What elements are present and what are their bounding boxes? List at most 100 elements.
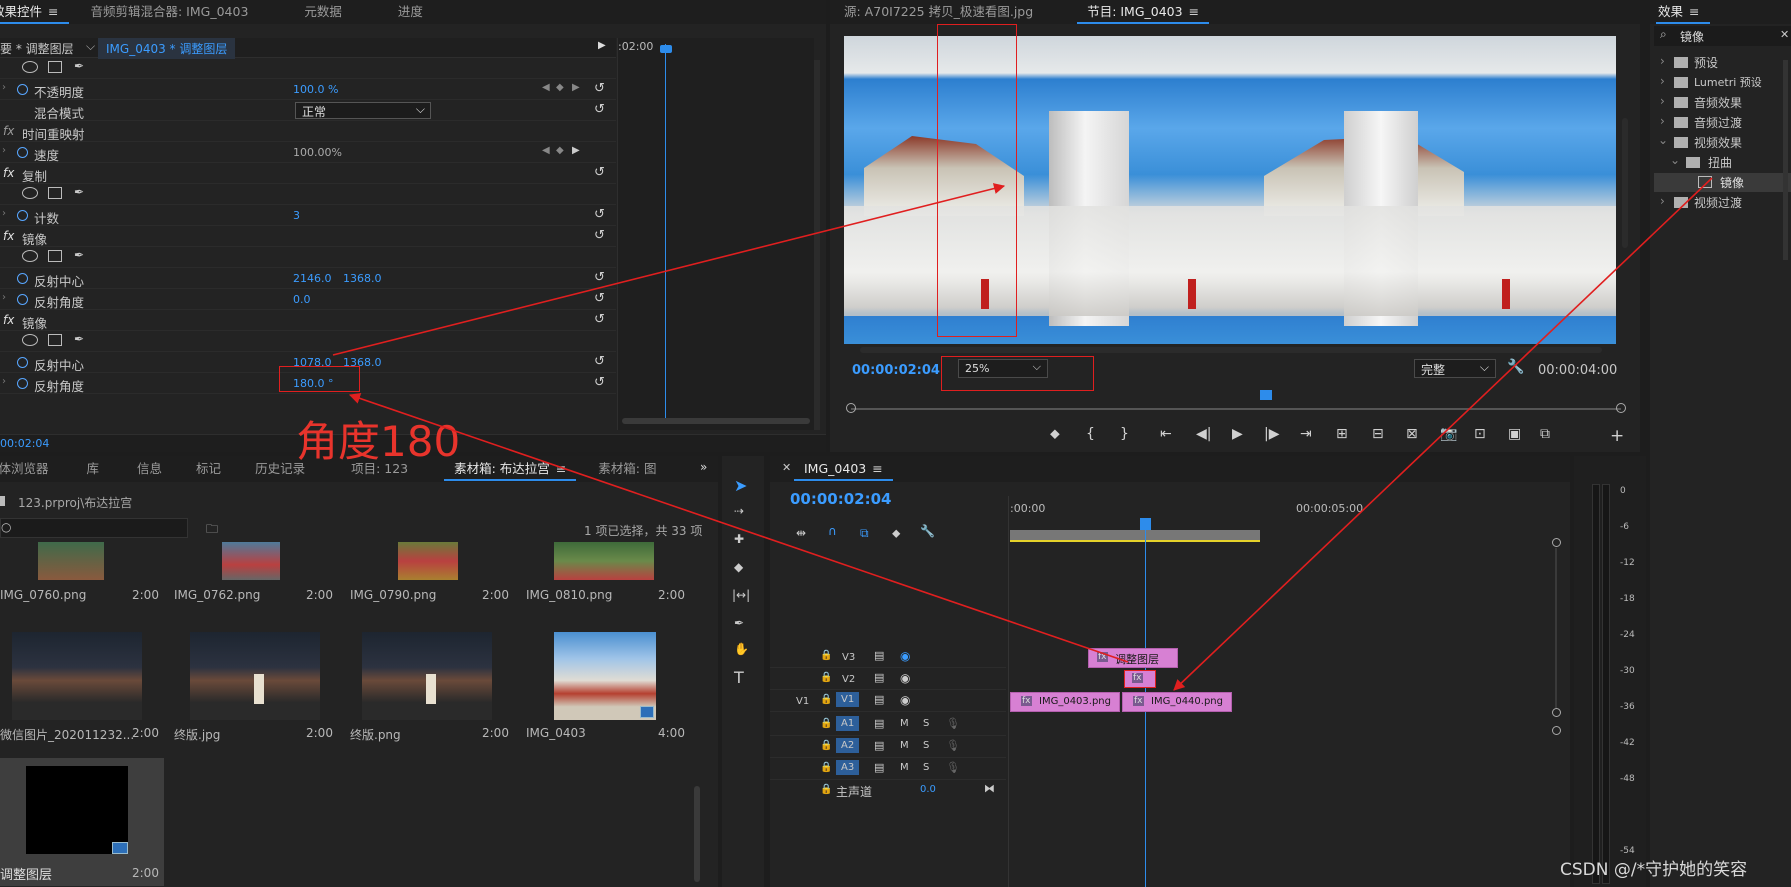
fx-icon[interactable]: fx [3,166,14,180]
overlay-icon[interactable]: ▣ [1508,426,1521,442]
selection-tool-icon[interactable]: ➤ [734,476,747,495]
keyframe-prev-icon[interactable]: ◀ [542,145,550,156]
menu-icon[interactable]: ≡ [48,0,58,24]
tab-metadata[interactable]: 元数据 [288,0,358,24]
program-timecode[interactable]: 00:00:02:04 [852,363,940,378]
sync-icon[interactable]: ▤ [874,717,884,730]
linked-select-icon[interactable]: ⧉ [860,526,869,541]
keyframe-add-icon[interactable]: ◆ [556,145,564,156]
add-marker-icon[interactable]: ⬥ [1050,426,1060,442]
effects-tree-item[interactable]: ⌄ 扭曲 [1654,153,1791,172]
rect-mask-icon[interactable] [48,61,62,73]
pen-mask-icon[interactable]: ✒ [74,59,84,73]
extract-icon[interactable]: ⊟ [1372,426,1384,442]
reflection-center-y[interactable]: 1368.0 [343,272,382,285]
bin-item[interactable]: 微信图片_202011232... 2:00 [0,626,168,756]
timeline-vscroll[interactable] [1555,548,1557,708]
solo-button[interactable]: S [923,718,929,729]
go-to-end-icon[interactable]: ⧓ [984,782,995,795]
add-marker-icon[interactable]: ⬥ [892,526,900,541]
comparison-icon[interactable]: ⧉ [1540,426,1550,442]
menu-icon[interactable]: ≡ [872,457,882,481]
count-value[interactable]: 3 [293,209,300,222]
tab-effect-controls[interactable]: 效果控件 ≡ [0,0,75,24]
tab-info[interactable]: 信息 [121,457,178,481]
project-search-input[interactable]: ○ [0,518,188,538]
reset-icon[interactable]: ↺ [594,270,605,285]
project-scrollbar[interactable] [694,786,700,882]
twirl-open-icon[interactable]: ⌄ [1670,153,1680,167]
tab-libraries[interactable]: 库 [71,457,116,481]
go-to-in-icon[interactable]: ⇤ [1160,426,1172,442]
tab-program[interactable]: 节目: IMG_0403 ≡ [1071,0,1215,24]
timebar-start-handle[interactable] [846,403,856,413]
stopwatch-icon[interactable] [17,210,28,221]
twirl-icon[interactable]: › [2,376,6,387]
tab-sequence[interactable]: IMG_0403 ≡ [788,457,899,481]
effects-tree-item[interactable]: › Lumetri 预设 [1654,73,1791,92]
effects-search-field[interactable]: ⌕ 镜像 ✕ [1654,26,1791,46]
monitor-vscroll[interactable] [1622,118,1628,248]
menu-icon[interactable]: ≡ [1189,0,1199,24]
trim-icon[interactable]: ⊠ [1406,426,1418,442]
reflection-angle-value[interactable]: 0.0 [293,293,311,306]
ellipse-mask-icon[interactable] [22,61,38,73]
mute-button[interactable]: M [900,762,909,773]
playhead-handle[interactable] [1140,518,1151,530]
keyframe-next-icon[interactable]: ▶ [572,145,580,156]
effects-scrollbar[interactable] [1783,60,1788,260]
vertical-scrollbar[interactable] [814,60,820,430]
stopwatch-icon[interactable] [17,84,28,95]
track-label[interactable]: A3 [836,760,860,775]
sync-icon[interactable]: ▤ [874,761,884,774]
reset-icon[interactable]: ↺ [594,291,605,306]
menu-icon[interactable]: ≡ [1689,0,1699,24]
lock-icon[interactable]: 🔒 [820,784,832,795]
eye-icon[interactable]: ◉ [900,693,910,707]
eye-icon[interactable]: ◉ [900,671,910,685]
monitor-timebar[interactable] [851,408,1621,410]
stopwatch-icon[interactable] [17,294,28,305]
tab-markers[interactable]: 标记 [180,457,237,481]
pen-tool-icon[interactable]: ✒ [734,616,744,630]
ellipse-mask-icon[interactable] [22,250,38,262]
go-to-out-icon[interactable]: ⇥ [1300,426,1312,442]
bin-item-selected[interactable]: 调整图层 2:00 [0,758,164,886]
hand-tool-icon[interactable]: ✋ [734,642,749,656]
mute-button[interactable]: M [900,740,909,751]
breadcrumb-source[interactable]: 要 * 调整图层 [0,40,74,57]
bin-item[interactable]: 终版.jpg 2:00 [174,626,342,756]
rect-mask-icon[interactable] [48,334,62,346]
film-icon[interactable]: ▤ [874,693,884,706]
twirl-icon[interactable]: › [1660,74,1665,88]
twirl-icon[interactable]: › [1660,114,1665,128]
twirl-icon[interactable]: › [1660,194,1665,208]
reset-icon[interactable]: ↺ [594,207,605,222]
clip-small-fx[interactable]: fx [1124,670,1156,688]
track-label[interactable]: V1 [836,692,860,707]
clip-img0403[interactable]: fx IMG_0403.png [1010,692,1120,712]
pen-mask-icon[interactable]: ✒ [74,332,84,346]
reset-icon[interactable]: ↺ [594,165,605,180]
track-select-tool-icon[interactable]: ⇢ [734,504,744,518]
tab-progress[interactable]: 进度 [382,0,439,24]
tab-source[interactable]: 源: A70I7225 拷贝_极速看图.jpg [830,0,1049,24]
mute-button[interactable]: M [900,718,909,729]
mark-out-icon[interactable]: } [1120,426,1129,442]
reset-icon[interactable]: ↺ [594,81,605,96]
mark-in-icon[interactable]: { [1086,426,1095,442]
effects-tree-item[interactable]: › 音频效果 [1654,93,1791,112]
pen-mask-icon[interactable]: ✒ [74,248,84,262]
source-patch-label[interactable]: V1 [796,696,809,707]
reflection-center-x[interactable]: 2146.0 [293,272,332,285]
reset-icon[interactable]: ↺ [594,312,605,327]
tab-media-browser[interactable]: 媒体浏览器 [0,457,65,481]
clear-search-icon[interactable]: ✕ [1780,28,1789,41]
chevron-down-icon[interactable]: ⌵ [86,39,95,54]
fx-icon[interactable]: fx [3,229,14,243]
lock-icon[interactable]: 🔒 [820,672,832,683]
reset-icon[interactable]: ↺ [594,354,605,369]
rect-mask-icon[interactable] [48,250,62,262]
eye-icon[interactable]: ◉ [900,649,910,663]
twirl-open-icon[interactable]: ⌄ [1658,133,1668,147]
